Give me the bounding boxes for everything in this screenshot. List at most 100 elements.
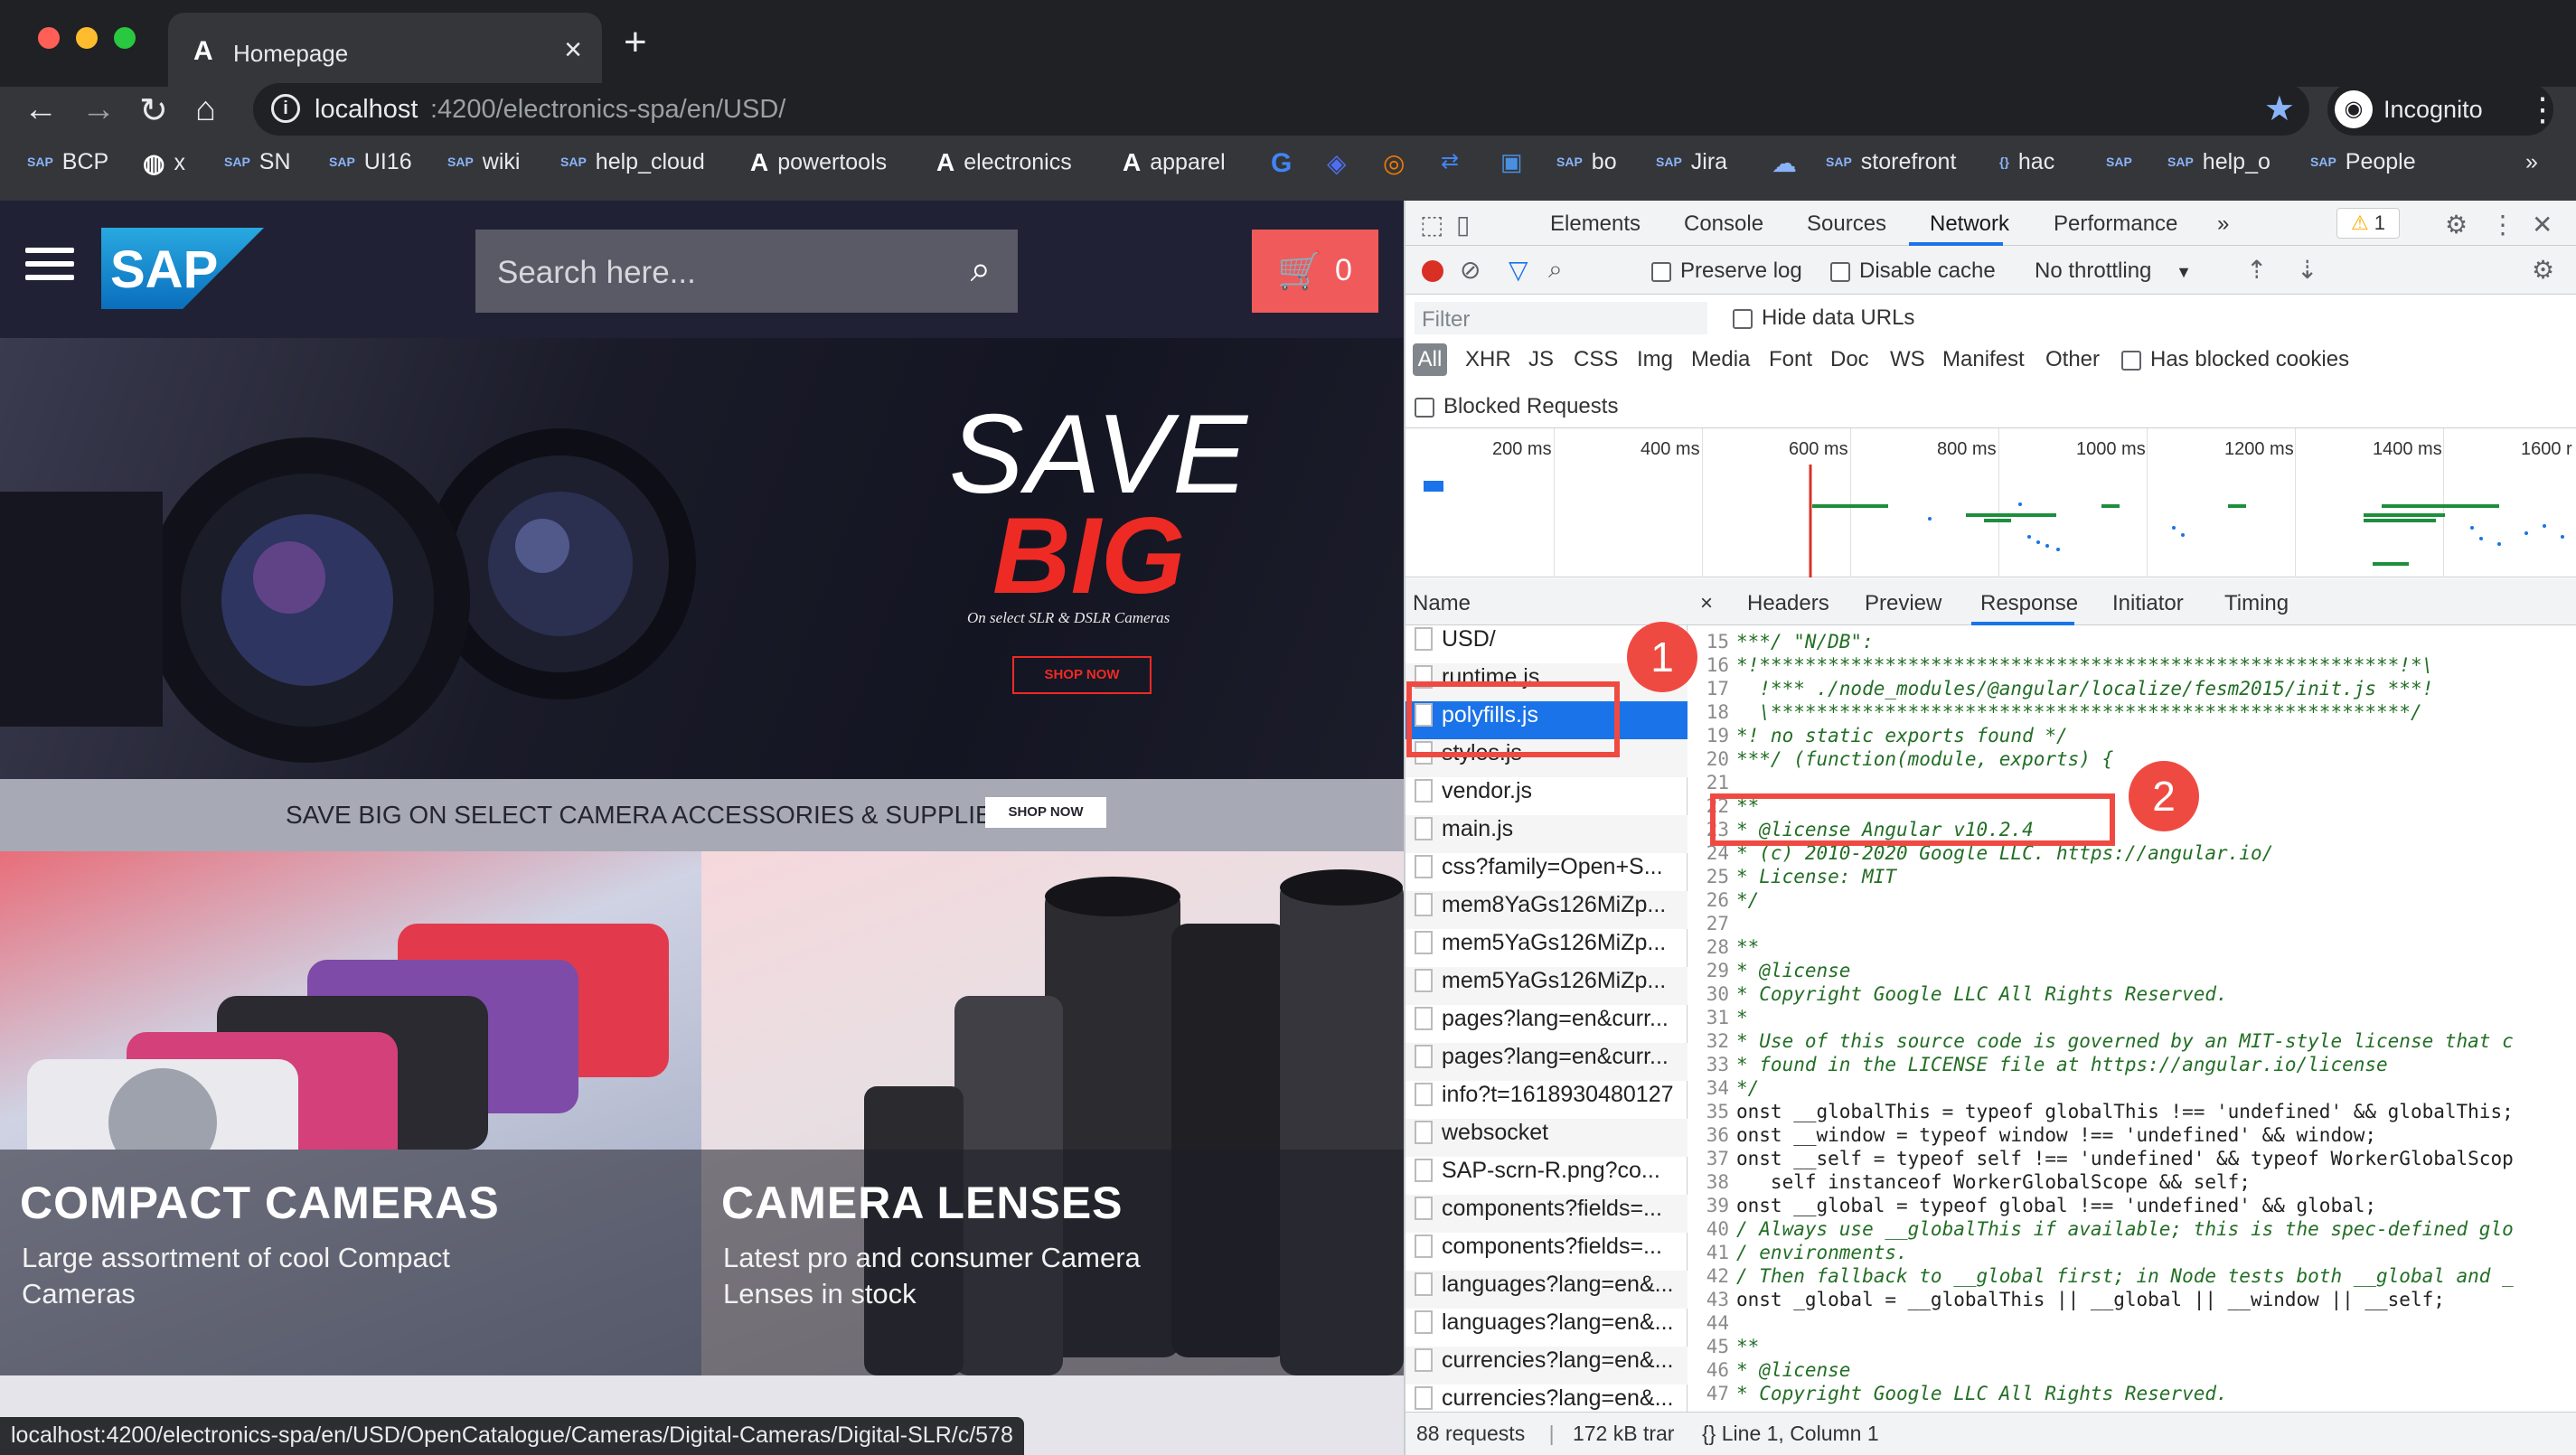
request-row[interactable]: currencies?lang=en&...	[1406, 1347, 1688, 1385]
disable-cache-checkbox[interactable]: Disable cache	[1830, 258, 1996, 284]
tab-elements[interactable]: Elements	[1550, 211, 1641, 237]
promo-shop-now-button[interactable]: SHOP NOW	[985, 797, 1106, 828]
hero-shop-now-button[interactable]: SHOP NOW	[1012, 656, 1152, 694]
request-row[interactable]: mem8YaGs126MiZp...	[1406, 891, 1688, 929]
tab-network[interactable]: Network	[1930, 211, 2009, 237]
hamburger-menu-icon[interactable]	[25, 248, 74, 284]
type-filter-css[interactable]: CSS	[1574, 347, 1618, 372]
bookmark-star-icon[interactable]: ★	[2264, 89, 2295, 129]
export-har-icon[interactable]: ⇣	[2297, 255, 2317, 285]
cloud-icon[interactable]: ☁	[1772, 148, 1797, 184]
bookmark-jira[interactable]: SAP Jira	[1656, 148, 1727, 184]
minimize-window-button[interactable]	[76, 27, 98, 49]
sap-logo[interactable]: SAP	[101, 228, 264, 309]
network-timeline-overview[interactable]: 200 ms 400 ms 600 ms 800 ms 1000 ms 1200…	[1406, 428, 2576, 577]
request-row[interactable]: SAP-scrn-R.png?co...	[1406, 1157, 1688, 1195]
warnings-badge[interactable]: ⚠ 1	[2336, 208, 2400, 239]
browser-menu-icon[interactable]: ⋮	[2526, 90, 2559, 128]
profile-button[interactable]: ◉ Incognito	[2327, 83, 2553, 136]
bookmark-storefront[interactable]: SAP storefront	[1826, 148, 1956, 184]
bookmark-people[interactable]: SAP People	[2310, 148, 2416, 184]
request-row[interactable]: info?t=1618930480127	[1406, 1081, 1688, 1119]
baidu-icon[interactable]: ◈	[1327, 148, 1347, 184]
type-filter-manifest[interactable]: Manifest	[1942, 347, 2025, 372]
bookmark-hac[interactable]: {} hac	[1999, 148, 2054, 184]
close-detail-icon[interactable]: ×	[1700, 591, 1713, 616]
device-toolbar-icon[interactable]: ▯	[1456, 210, 1470, 239]
bookmark-sap-blank[interactable]: SAP	[2106, 148, 2141, 184]
tab-performance[interactable]: Performance	[2054, 211, 2177, 237]
settings-gear-icon[interactable]: ⚙	[2445, 210, 2468, 239]
search-input[interactable]: Search here... ⌕	[475, 230, 1018, 313]
sogou-icon[interactable]: ◎	[1383, 148, 1405, 184]
translate-icon[interactable]: ⇄	[1441, 148, 1459, 184]
google-icon[interactable]: G	[1271, 148, 1292, 184]
type-filter-media[interactable]: Media	[1691, 347, 1750, 372]
dict-icon[interactable]: ▣	[1500, 148, 1523, 184]
blocked-requests-checkbox[interactable]: Blocked Requests	[1415, 394, 1618, 419]
back-icon[interactable]: ←	[24, 90, 58, 129]
tab-sources[interactable]: Sources	[1807, 211, 1886, 237]
filter-input[interactable]: Filter	[1415, 302, 1707, 334]
tab-console[interactable]: Console	[1684, 211, 1763, 237]
new-tab-button[interactable]: +	[624, 20, 647, 65]
type-filter-doc[interactable]: Doc	[1830, 347, 1869, 372]
tab-response[interactable]: Response	[1980, 591, 2078, 616]
request-row[interactable]: components?fields=...	[1406, 1195, 1688, 1233]
request-row[interactable]: mem5YaGs126MiZp...	[1406, 967, 1688, 1005]
address-bar[interactable]: i localhost :4200/electronics-spa/en/USD…	[253, 83, 2309, 136]
type-filter-img[interactable]: Img	[1637, 347, 1673, 372]
request-row[interactable]: vendor.js	[1406, 777, 1688, 815]
import-har-icon[interactable]: ⇡	[2246, 255, 2267, 285]
request-row[interactable]: pages?lang=en&curr...	[1406, 1005, 1688, 1043]
home-icon[interactable]: ⌂	[195, 90, 216, 129]
response-source-view[interactable]: 15 ***/ "N/DB": 16 *!**********************…	[1688, 625, 2576, 1412]
forward-icon[interactable]: →	[81, 90, 116, 129]
search-icon[interactable]: ⌕	[1548, 255, 1563, 285]
browser-tab[interactable]: A Homepage ×	[168, 13, 602, 87]
has-blocked-cookies-checkbox[interactable]: Has blocked cookies	[2121, 347, 2349, 372]
type-filter-js[interactable]: JS	[1528, 347, 1554, 372]
tile-camera-lenses[interactable]: CAMERA LENSES Latest pro and consumer Ca…	[701, 851, 1404, 1375]
hide-data-urls-checkbox[interactable]: Hide data URLs	[1733, 305, 1914, 331]
filter-icon[interactable]: ▽	[1509, 255, 1528, 285]
bookmark-help-o[interactable]: SAP help_o	[2167, 148, 2270, 184]
name-column-header[interactable]: Name	[1406, 578, 1688, 625]
request-row[interactable]: mem5YaGs126MiZp...	[1406, 929, 1688, 967]
more-tabs-icon[interactable]: »	[2217, 211, 2229, 237]
inspect-element-icon[interactable]: ⬚	[1420, 210, 1443, 239]
search-icon[interactable]: ⌕	[971, 249, 991, 290]
tab-initiator[interactable]: Initiator	[2112, 591, 2184, 616]
bookmark-help-cloud[interactable]: SAP help_cloud	[560, 148, 705, 184]
bookmark-wiki[interactable]: SAP wiki	[447, 148, 520, 184]
cart-button[interactable]: 🛒 0	[1252, 230, 1378, 313]
tab-timing[interactable]: Timing	[2224, 591, 2289, 616]
request-row[interactable]: css?family=Open+S...	[1406, 853, 1688, 891]
request-row[interactable]: currencies?lang=en&...	[1406, 1385, 1688, 1412]
tab-headers[interactable]: Headers	[1747, 591, 1829, 616]
more-bookmarks-icon[interactable]: »	[2525, 148, 2538, 184]
preserve-log-checkbox[interactable]: Preserve log	[1651, 258, 1802, 284]
bookmark-electronics[interactable]: Aelectronics	[936, 148, 1072, 184]
maximize-window-button[interactable]	[114, 27, 136, 49]
type-filter-other[interactable]: Other	[2045, 347, 2100, 372]
bookmark-ui16[interactable]: SAP UI16	[329, 148, 412, 184]
throttling-select[interactable]: No throttling ▼	[2035, 258, 2192, 284]
reload-icon[interactable]: ↻	[139, 90, 168, 131]
clear-icon[interactable]: ⊘	[1460, 255, 1481, 285]
tile-compact-cameras[interactable]: COMPACT CAMERAS Large assortment of cool…	[0, 851, 701, 1375]
bookmark-x[interactable]: ◍ x	[143, 148, 185, 184]
request-row[interactable]: languages?lang=en&...	[1406, 1309, 1688, 1347]
bookmark-powertools[interactable]: Apowertools	[750, 148, 887, 184]
close-tab-icon[interactable]: ×	[564, 33, 582, 68]
promo-banner[interactable]: SAVE BIG ON SELECT CAMERA ACCESSORIES & …	[0, 779, 1404, 851]
type-filter-ws[interactable]: WS	[1890, 347, 1925, 372]
type-filter-xhr[interactable]: XHR	[1465, 347, 1511, 372]
type-filter-all[interactable]: All	[1413, 343, 1447, 376]
tab-preview[interactable]: Preview	[1865, 591, 1941, 616]
record-button[interactable]	[1422, 260, 1443, 282]
bookmark-bo[interactable]: SAP bo	[1556, 148, 1617, 184]
bookmark-apparel[interactable]: Aapparel	[1123, 148, 1226, 184]
bookmark-bcp[interactable]: SAP BCP	[27, 148, 108, 184]
close-window-button[interactable]	[38, 27, 60, 49]
